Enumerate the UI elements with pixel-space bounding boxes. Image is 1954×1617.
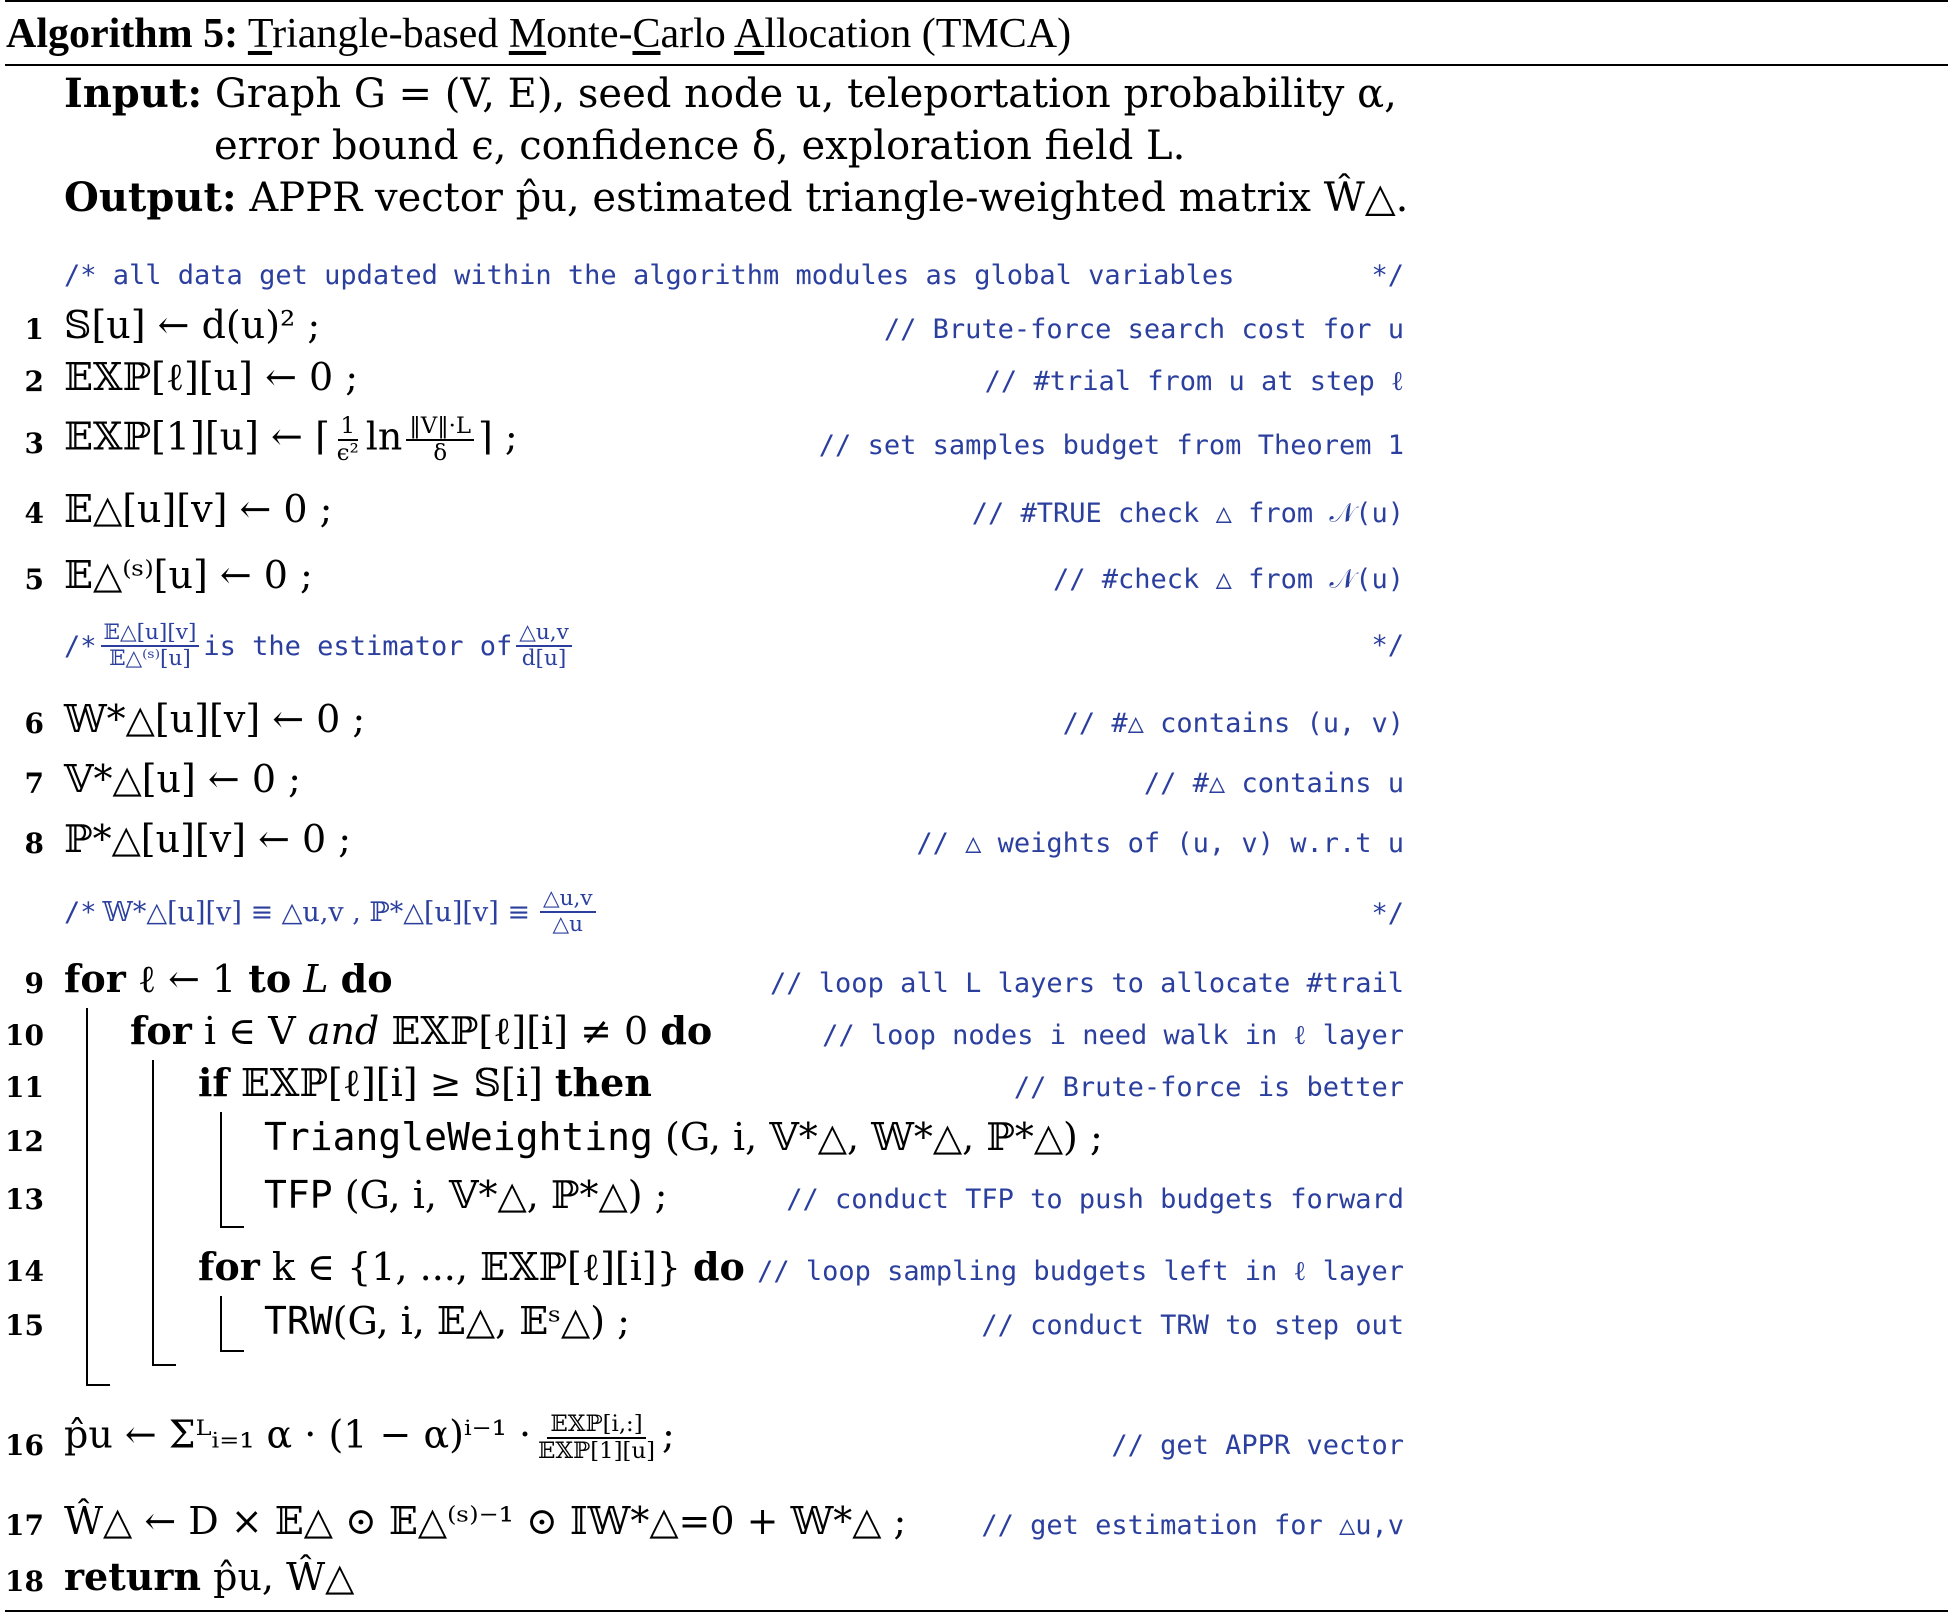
statement: TriangleWeighting (G, i, 𝕍*△, 𝕎*△, ℙ*△) … xyxy=(264,1115,1103,1159)
block-bar-if xyxy=(220,1112,222,1228)
statement: 𝕊[u] ← d(u)² ; xyxy=(64,303,321,347)
line-number: 13 xyxy=(5,1183,44,1216)
statement: p̂u ← Σᴸᵢ₌₁ α · (1 − α)ⁱ⁻¹ · 𝔼𝕏ℙ[i,:] 𝔼𝕏ℙ[… xyxy=(64,1411,675,1465)
line-number: 5 xyxy=(24,563,44,596)
statement: for i ∈ V and 𝔼𝕏ℙ[ℓ][i] ≠ 0 do xyxy=(130,1008,713,1053)
line-comment: // #check △ from 𝒩(u) xyxy=(1053,564,1404,595)
line-comment: // #△ contains (u, v) xyxy=(1062,708,1404,739)
bottom-rule xyxy=(5,1610,1948,1612)
statement: TFP (G, i, 𝕍*△, ℙ*△) ; xyxy=(264,1173,668,1217)
block-foot-if xyxy=(220,1226,244,1228)
line-number: 3 xyxy=(24,427,44,460)
line-comment: // loop sampling budgets left in ℓ layer xyxy=(757,1256,1404,1287)
line-number: 8 xyxy=(24,827,44,860)
statement: 𝔼△⁽ˢ⁾[u] ← 0 ; xyxy=(64,553,313,597)
statement: 𝔼△[u][v] ← 0 ; xyxy=(64,487,333,531)
estimator-comment-end: */ xyxy=(1371,630,1404,661)
fraction: △u,v △u xyxy=(539,887,596,937)
line-comment: // get estimation for △u,v xyxy=(981,1510,1404,1541)
header-comment: /* all data get updated within the algor… xyxy=(64,260,1235,291)
statement: if 𝔼𝕏ℙ[ℓ][i] ≥ 𝕊[i] then xyxy=(198,1060,652,1105)
line-number: 10 xyxy=(5,1019,44,1052)
line-number: 6 xyxy=(24,707,44,740)
line-comment: // loop nodes i need walk in ℓ layer xyxy=(822,1020,1404,1051)
algorithm-label: Algorithm 5: xyxy=(6,11,239,57)
statement: return p̂u, Ŵ△ xyxy=(64,1554,355,1599)
line-comment: // △ weights of (u, v) w.r.t u xyxy=(916,828,1404,859)
output-text: APPR vector p̂u, estimated triangle-weig… xyxy=(249,175,1409,221)
line-number: 7 xyxy=(24,767,44,800)
top-rule xyxy=(5,0,1948,2)
block-bar-for-layer xyxy=(86,1008,88,1386)
statement: for ℓ ← 1 to L do xyxy=(64,956,393,1001)
input-label: Input: xyxy=(64,70,203,117)
estimator-comment: /* 𝔼△[u][v] 𝔼△⁽ˢ⁾[u] is the estimator of … xyxy=(64,614,576,678)
line-comment: // set samples budget from Theorem 1 xyxy=(818,430,1404,461)
output-line: Output: APPR vector p̂u, estimated trian… xyxy=(64,175,1409,221)
fraction: 𝔼△[u][v] 𝔼△⁽ˢ⁾[u] xyxy=(100,621,200,671)
block-foot-for-sample xyxy=(220,1350,244,1352)
fraction: 1 ϵ² xyxy=(336,413,359,467)
line-number: 16 xyxy=(5,1429,44,1462)
line-comment: // Brute-force is better xyxy=(1013,1072,1404,1103)
header-comment-end: */ xyxy=(1371,260,1404,291)
statement: ℙ*△[u][v] ← 0 ; xyxy=(64,817,352,861)
line-number: 2 xyxy=(24,365,44,398)
input-text-1: Graph G = (V, E), seed node u, teleporta… xyxy=(214,71,1397,117)
line-number: 14 xyxy=(5,1255,44,1288)
block-foot-for-layer xyxy=(86,1384,110,1386)
line-number: 15 xyxy=(5,1309,44,1342)
line-number: 18 xyxy=(5,1565,44,1598)
algorithm-name: Triangle-based Monte-Carlo Allocation (T… xyxy=(247,11,1072,57)
block-bar-for-node xyxy=(152,1060,154,1366)
input-line-1: Input: Graph G = (V, E), seed node u, te… xyxy=(64,71,1397,117)
line-comment: // #TRUE check △ from 𝒩(u) xyxy=(971,498,1404,529)
title-rule xyxy=(5,64,1948,66)
fraction: 𝔼𝕏ℙ[i,:] 𝔼𝕏ℙ[1][u] xyxy=(538,1411,656,1465)
statement: for k ∈ {1, ..., 𝔼𝕏ℙ[ℓ][i]} do xyxy=(198,1244,745,1289)
statement: 𝔼𝕏ℙ[1][u] ← ⌈ 1 ϵ² ln ‖V‖·L δ ⌉ ; xyxy=(64,413,518,467)
line-comment: // #△ contains u xyxy=(1143,768,1404,799)
output-label: Output: xyxy=(64,174,237,221)
statement: TRW(G, i, 𝔼△, 𝔼ˢ△) ; xyxy=(264,1299,630,1343)
line-number: 1 xyxy=(24,313,44,346)
block-foot-for-node xyxy=(152,1364,176,1366)
line-number: 12 xyxy=(5,1125,44,1158)
line-comment: // get APPR vector xyxy=(1111,1430,1404,1461)
statement: Ŵ△ ← D × 𝔼△ ⊙ 𝔼△⁽ˢ⁾⁻¹ ⊙ 𝕀𝕎*△=0 + 𝕎*△ ; xyxy=(64,1499,907,1543)
line-comment: // conduct TFP to push budgets forward xyxy=(786,1184,1404,1215)
input-line-2: error bound ϵ, confidence δ, exploration… xyxy=(214,126,1185,166)
line-number: 9 xyxy=(24,967,44,1000)
block-bar-for-sample xyxy=(220,1296,222,1352)
algorithm-title: Algorithm 5: Triangle-based Monte-Carlo … xyxy=(6,8,1071,60)
line-comment: // #trial from u at step ℓ xyxy=(984,366,1404,397)
line-comment: // Brute-force search cost for u xyxy=(883,314,1404,345)
definition-comment-end: */ xyxy=(1371,898,1404,929)
fraction: △u,v d[u] xyxy=(516,621,572,671)
fraction: ‖V‖·L δ xyxy=(406,413,475,466)
line-number: 4 xyxy=(24,497,44,530)
line-comment: // loop all L layers to allocate #trail xyxy=(770,968,1404,999)
definition-comment: /* 𝕎*△[u][v] ≡ △u,v , ℙ*△[u][v] ≡ △u,v △u xyxy=(64,880,600,944)
line-comment: // conduct TRW to step out xyxy=(981,1310,1404,1341)
statement: 𝔼𝕏ℙ[ℓ][u] ← 0 ; xyxy=(64,355,359,399)
input-text-2: error bound ϵ, confidence δ, exploration… xyxy=(214,123,1186,169)
line-number: 17 xyxy=(5,1509,44,1542)
line-number: 11 xyxy=(5,1071,44,1104)
statement: 𝕍*△[u] ← 0 ; xyxy=(64,757,301,801)
statement: 𝕎*△[u][v] ← 0 ; xyxy=(64,697,366,741)
